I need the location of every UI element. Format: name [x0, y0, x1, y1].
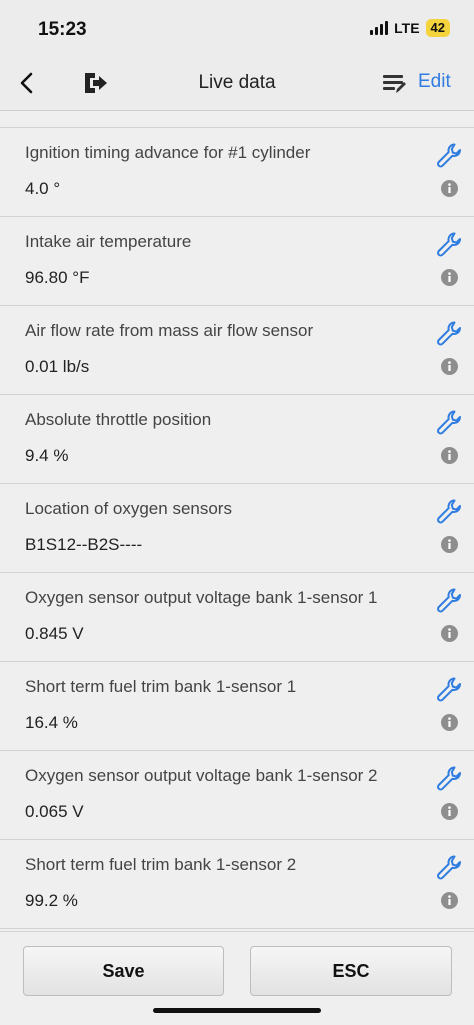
info-icon[interactable] [441, 803, 458, 820]
list-item: Absolute throttle position 9.4 % [0, 394, 474, 483]
wrench-icon[interactable] [434, 852, 464, 882]
parameter-label: Oxygen sensor output voltage bank 1-sens… [25, 766, 378, 785]
status-time: 15:23 [38, 19, 87, 40]
parameter-label: Location of oxygen sensors [25, 499, 232, 518]
info-icon[interactable] [441, 269, 458, 286]
info-icon[interactable] [441, 714, 458, 731]
parameter-label: Ignition timing advance for #1 cylinder [25, 143, 311, 162]
parameter-value: 16.4 % [25, 713, 78, 732]
info-icon[interactable] [441, 536, 458, 553]
parameter-label: Intake air temperature [25, 232, 192, 251]
home-indicator[interactable] [153, 1008, 321, 1013]
wrench-icon[interactable] [434, 318, 464, 348]
info-icon[interactable] [441, 447, 458, 464]
info-icon[interactable] [441, 358, 458, 375]
info-icon[interactable] [441, 625, 458, 642]
wrench-icon[interactable] [434, 496, 464, 526]
wrench-icon[interactable] [434, 140, 464, 170]
list-item: Short term fuel trim bank 1-sensor 2 99.… [0, 839, 474, 929]
signal-icon [370, 21, 389, 35]
parameter-label: Short term fuel trim bank 1-sensor 1 [25, 677, 297, 696]
wrench-icon[interactable] [434, 674, 464, 704]
wrench-icon[interactable] [434, 229, 464, 259]
list-item: Air flow rate from mass air flow sensor … [0, 305, 474, 394]
parameter-value: 96.80 °F [25, 268, 90, 287]
parameter-value: 99.2 % [25, 891, 78, 910]
wrench-icon[interactable] [434, 585, 464, 615]
list-item: Intake air temperature 96.80 °F [0, 216, 474, 305]
edit-button[interactable]: Edit [418, 71, 451, 93]
list-item: Short term fuel trim bank 1-sensor 1 16.… [0, 661, 474, 750]
battery-icon: 42 [425, 19, 450, 37]
list-settings-icon[interactable] [381, 72, 407, 96]
save-button[interactable]: Save [23, 946, 224, 996]
nav-bar: Live data Edit [0, 58, 474, 111]
network-type: LTE [394, 20, 420, 36]
info-icon[interactable] [441, 180, 458, 197]
list-item: Location of oxygen sensors B1S12--B2S---… [0, 483, 474, 572]
parameter-value: B1S12--B2S---- [25, 535, 143, 554]
esc-button[interactable]: ESC [250, 946, 452, 996]
wrench-icon[interactable] [434, 763, 464, 793]
live-data-list: Ignition timing advance for #1 cylinder … [0, 127, 474, 929]
status-bar: 15:23 LTE 42 [0, 0, 474, 58]
parameter-value: 0.845 V [25, 624, 84, 643]
list-item: Oxygen sensor output voltage bank 1-sens… [0, 572, 474, 661]
parameter-label: Short term fuel trim bank 1-sensor 2 [25, 855, 297, 874]
parameter-value: 9.4 % [25, 446, 69, 465]
parameter-label: Absolute throttle position [25, 410, 212, 429]
parameter-value: 4.0 ° [25, 179, 61, 198]
parameter-value: 0.01 lb/s [25, 357, 90, 376]
wrench-icon[interactable] [434, 407, 464, 437]
info-icon[interactable] [441, 892, 458, 909]
parameter-value: 0.065 V [25, 802, 84, 821]
list-item: Ignition timing advance for #1 cylinder … [0, 127, 474, 216]
parameter-label: Oxygen sensor output voltage bank 1-sens… [25, 588, 378, 607]
status-indicators: LTE 42 [370, 19, 450, 37]
list-item: Oxygen sensor output voltage bank 1-sens… [0, 750, 474, 839]
parameter-label: Air flow rate from mass air flow sensor [25, 321, 314, 340]
